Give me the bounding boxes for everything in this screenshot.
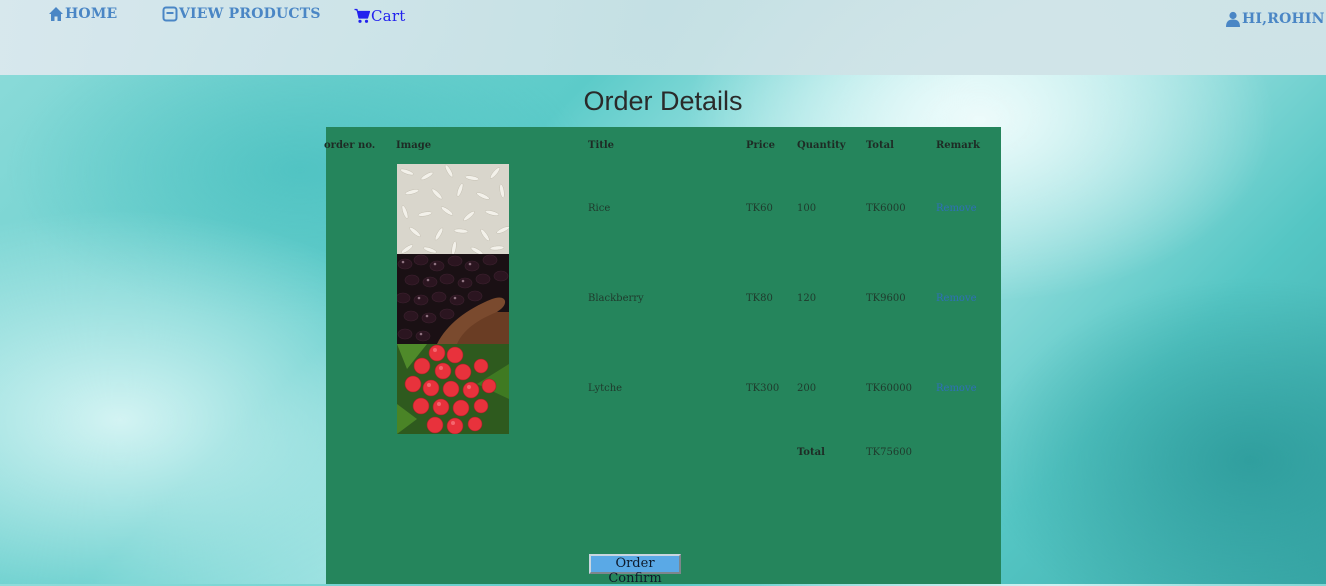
nav-user-menu[interactable]: HI,ROHIN [1225, 11, 1325, 27]
nav-view-products-label: VIEW PRODUCTS [179, 6, 321, 22]
row2-total: TK9600 [866, 293, 906, 304]
row1-remove-link[interactable]: Remove [936, 203, 977, 214]
top-navbar: HOME VIEW PRODUCTS Cart HI,ROHIN [0, 0, 1326, 75]
page-title: Order Details [583, 86, 743, 116]
header-image: Image [396, 140, 432, 151]
nav-view-products-link[interactable]: VIEW PRODUCTS [162, 6, 321, 22]
row1-total: TK6000 [866, 203, 906, 214]
nav-home-link[interactable]: HOME [48, 6, 117, 22]
header-title: Title [588, 140, 615, 151]
row1-quantity: 100 [797, 203, 817, 214]
row2-title: Blackberry [588, 293, 644, 304]
row3-price: TK300 [746, 383, 780, 394]
row3-title: Lytche [588, 383, 623, 394]
row1-title: Rice [588, 203, 611, 214]
header-order-no: order no. [324, 140, 376, 151]
user-icon [1226, 11, 1240, 27]
row3-quantity: 200 [797, 383, 817, 394]
list-box-icon [162, 6, 178, 22]
home-icon [49, 7, 63, 21]
header-total: Total [866, 140, 894, 151]
row2-quantity: 120 [797, 293, 817, 304]
nav-cart-label: Cart [371, 7, 406, 25]
nav-cart-link[interactable]: Cart [354, 7, 405, 25]
header-quantity: Quantity [797, 140, 846, 151]
order-table-panel: order no. Image Title Price Quantity Tot… [324, 127, 1001, 586]
rice-image [397, 164, 509, 254]
blackberry-image [397, 254, 509, 344]
shopping-cart-icon [354, 8, 370, 23]
total-label: Total [797, 447, 825, 458]
grand-total-value: TK75600 [866, 447, 912, 458]
row3-total: TK60000 [866, 383, 912, 394]
nav-home-label: HOME [65, 6, 118, 22]
header-price: Price [746, 140, 776, 151]
header-remark: Remark [936, 140, 980, 151]
row1-price: TK60 [746, 203, 773, 214]
row2-remove-link[interactable]: Remove [936, 293, 977, 304]
nav-user-label: HI,ROHIN [1242, 11, 1325, 27]
lychee-image [397, 344, 509, 434]
row2-price: TK80 [746, 293, 773, 304]
row3-remove-link[interactable]: Remove [936, 383, 977, 394]
order-confirm-button[interactable]: Order Confirm [589, 554, 681, 586]
